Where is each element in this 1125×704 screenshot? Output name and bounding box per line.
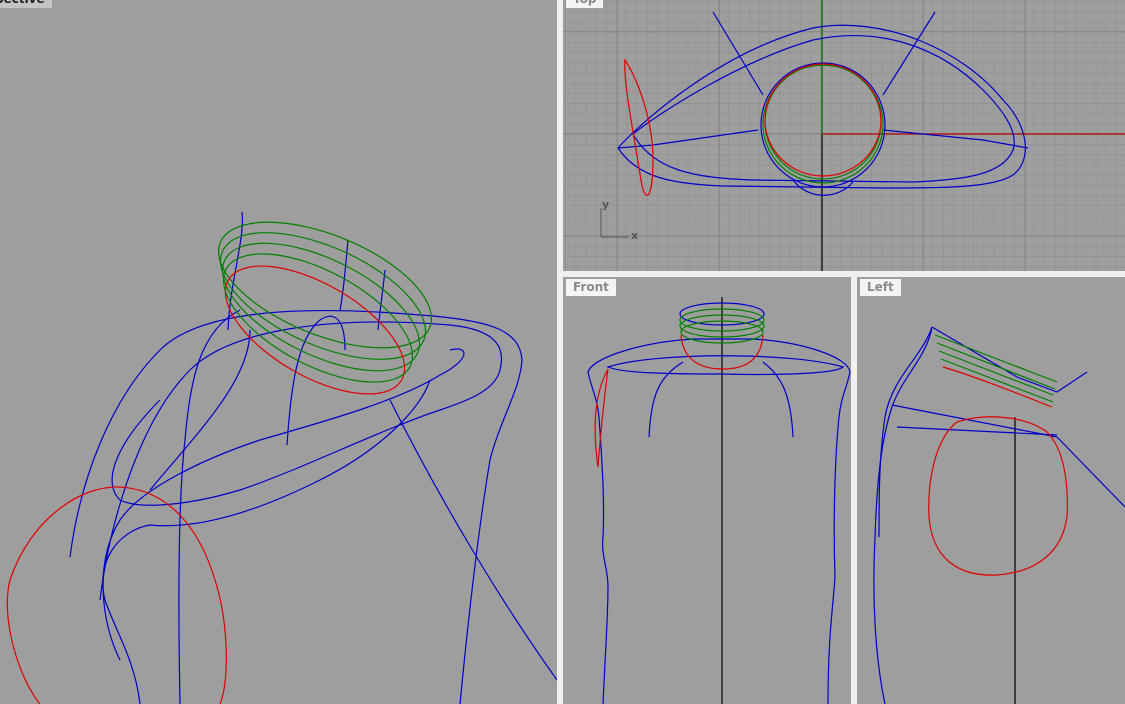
left-viewport[interactable]: Left [857, 277, 1125, 704]
viewport-label-front[interactable]: Front [566, 279, 616, 296]
perspective-viewport[interactable]: Perspective [0, 0, 557, 704]
top-grid [563, 0, 1125, 271]
perspective-geometry [6, 211, 557, 704]
left-geometry [873, 326, 1125, 704]
front-geometry [587, 297, 851, 704]
viewport-label-left[interactable]: Left [860, 279, 901, 296]
front-viewport[interactable]: Front [563, 277, 851, 704]
axis-label-y: y [602, 198, 610, 211]
axis-label-x: x [631, 229, 639, 242]
viewport-label-top[interactable]: Top [566, 0, 604, 8]
top-viewport[interactable]: Top y x [563, 0, 1125, 271]
